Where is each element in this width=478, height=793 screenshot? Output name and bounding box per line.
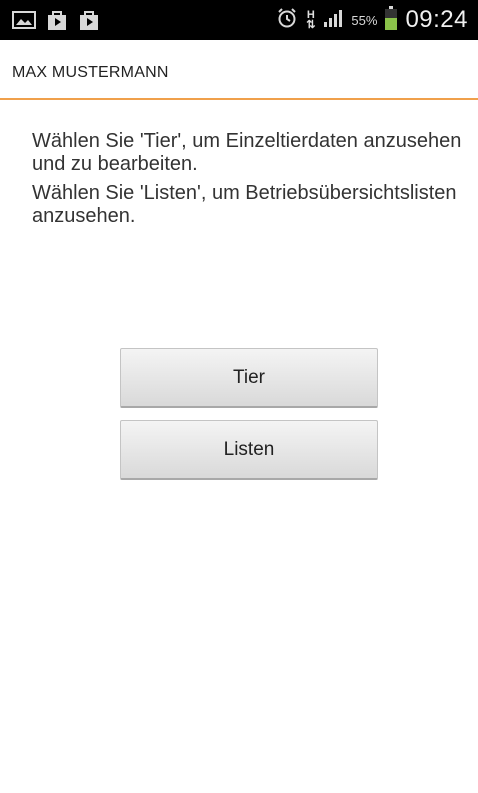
tier-button[interactable]: Tier bbox=[120, 348, 378, 408]
battery-percent: 55% bbox=[351, 12, 378, 28]
alarm-icon bbox=[276, 7, 298, 33]
play-store-icon bbox=[78, 9, 100, 35]
tier-button-label: Tier bbox=[232, 366, 266, 388]
main-content: Wählen Sie 'Tier', um Einzeltierdaten an… bbox=[0, 100, 478, 793]
instruction-tier: Wählen Sie 'Tier', um Einzeltierdaten an… bbox=[32, 130, 462, 175]
instruction-listen: Wählen Sie 'Listen', um Betriebsübersich… bbox=[32, 182, 457, 227]
action-bar: MAX MUSTERMANN bbox=[0, 40, 478, 100]
system-icons: H ⇅ 55% 09:24 bbox=[276, 0, 468, 40]
app-title: MAX MUSTERMANN bbox=[12, 64, 169, 81]
clock: 09:24 bbox=[405, 6, 468, 33]
status-bar: H ⇅ 55% 09:24 bbox=[0, 0, 478, 40]
listen-button-label: Listen bbox=[223, 438, 275, 460]
instructions: Wählen Sie 'Tier', um Einzeltierdaten an… bbox=[32, 130, 462, 234]
battery-icon bbox=[385, 6, 398, 34]
signal-icon bbox=[323, 8, 343, 32]
network-h-icon: H ⇅ bbox=[306, 9, 316, 31]
listen-button[interactable]: Listen bbox=[120, 420, 378, 480]
network-type-label: H bbox=[306, 9, 315, 21]
notification-icons bbox=[12, 9, 100, 35]
gallery-icon bbox=[12, 10, 36, 34]
shopping-bag-icon bbox=[46, 9, 68, 35]
